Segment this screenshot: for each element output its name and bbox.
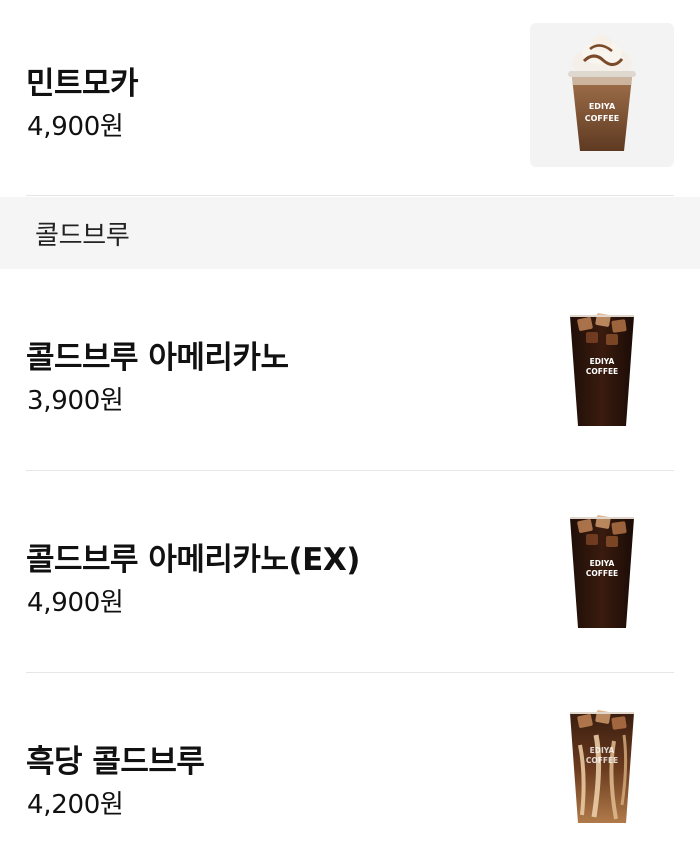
menu-item-brown-sugar-cold-brew[interactable]: 흑당 콜드브루 4,200원 EDIYA COFFEE	[0, 673, 700, 856]
iced-americano-cup-icon: EDIYA COFFEE	[570, 313, 634, 426]
menu-item-name: 흑당 콜드브루	[26, 744, 205, 780]
menu-item-image: EDIYA COFFEE	[530, 701, 674, 831]
cup-brand-line-1: EDIYA	[590, 559, 615, 568]
cup-brand-line-2: COFFEE	[586, 367, 618, 376]
menu-item-name: 민트모카	[26, 66, 139, 102]
menu-item-name: 콜드브루 아메리카노	[26, 340, 289, 376]
brown-sugar-cold-brew-cup-icon: EDIYA COFFEE	[570, 710, 634, 823]
menu-item-mint-mocha[interactable]: 민트모카 4,900원 EDIYA COFFEE	[0, 0, 700, 196]
cup-brand-line-2: COFFEE	[586, 569, 618, 578]
menu-item-image: EDIYA COFFEE	[530, 297, 674, 441]
mint-mocha-frappe-icon: EDIYA COFFEE	[568, 35, 636, 151]
menu-item-price: 4,900원	[27, 112, 124, 142]
cup-brand-line-1: EDIYA	[589, 102, 616, 111]
cup-brand-line-2: COFFEE	[586, 756, 618, 765]
menu-item-price: 4,200원	[27, 790, 124, 820]
menu-item-image: EDIYA COFFEE	[530, 23, 674, 167]
iced-americano-cup-icon: EDIYA COFFEE	[570, 515, 634, 628]
menu-item-cold-brew-americano[interactable]: 콜드브루 아메리카노 3,900원 EDIYA COFFEE	[0, 269, 700, 470]
section-title: 콜드브루	[35, 221, 130, 251]
section-header-cold-brew: 콜드브루	[0, 197, 700, 269]
menu-item-name: 콜드브루 아메리카노(EX)	[26, 542, 360, 578]
menu-item-price: 4,900원	[27, 588, 124, 618]
menu-item-price: 3,900원	[27, 386, 124, 416]
menu-item-image: EDIYA COFFEE	[530, 499, 674, 643]
cup-brand-line-2: COFFEE	[585, 114, 620, 123]
divider	[26, 195, 674, 196]
cup-brand-line-1: EDIYA	[590, 746, 615, 755]
cup-brand-line-1: EDIYA	[590, 357, 615, 366]
menu-item-cold-brew-americano-ex[interactable]: 콜드브루 아메리카노(EX) 4,900원 EDIYA COFFEE	[0, 471, 700, 672]
